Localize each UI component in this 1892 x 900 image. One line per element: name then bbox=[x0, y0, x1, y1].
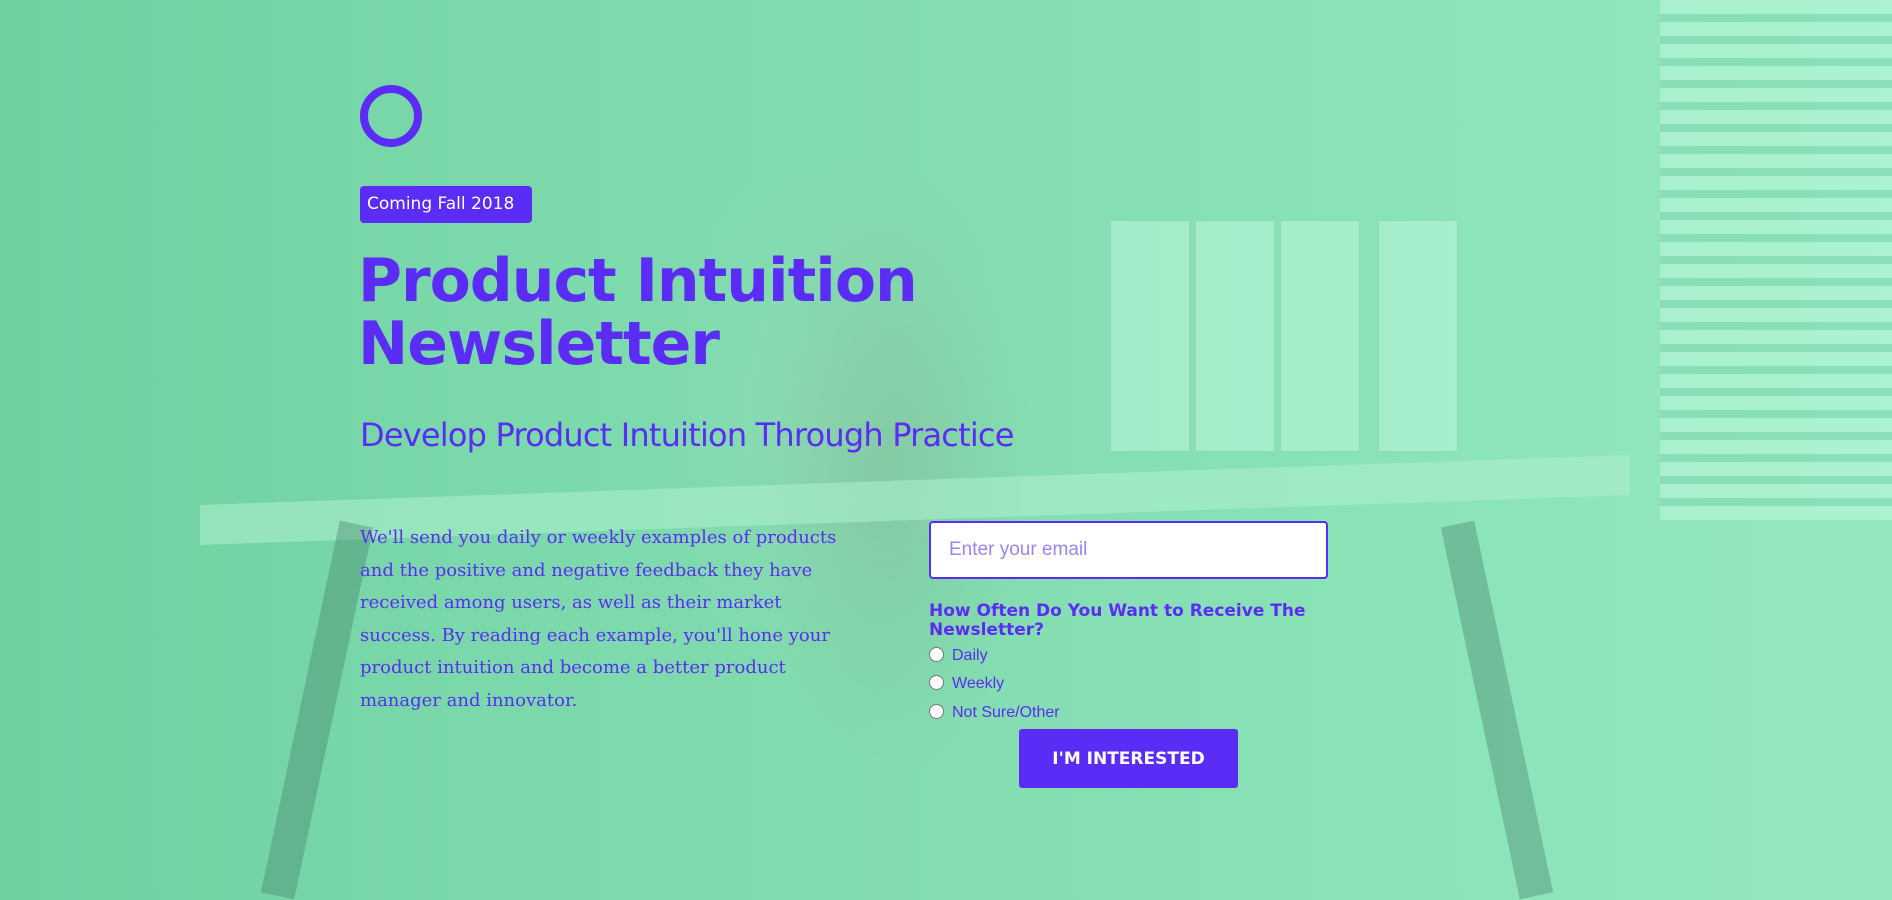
background-binder bbox=[1195, 220, 1275, 452]
not-sure-label: Not Sure/Other bbox=[952, 704, 1060, 721]
im-interested-button[interactable]: I'M INTERESTED bbox=[1019, 729, 1238, 788]
page-title: Product Intuition Newsletter bbox=[358, 246, 918, 379]
frequency-question: How Often Do You Want to Receive The New… bbox=[929, 601, 1306, 640]
background-window-blinds bbox=[1660, 0, 1892, 520]
daily-radio[interactable] bbox=[929, 646, 944, 662]
background-binder bbox=[1110, 220, 1190, 452]
daily-label: Daily bbox=[952, 647, 988, 664]
page-subtitle: Develop Product Intuition Through Practi… bbox=[360, 416, 1014, 454]
weekly-label: Weekly bbox=[952, 675, 1005, 692]
frequency-option-weekly[interactable]: Weekly bbox=[929, 671, 1004, 693]
weekly-radio[interactable] bbox=[929, 674, 944, 690]
not-sure-radio[interactable] bbox=[929, 703, 944, 719]
newsletter-description: We'll send you daily or weekly examples … bbox=[360, 527, 837, 711]
coming-soon-badge: Coming Fall 2018 bbox=[360, 186, 533, 223]
background-binder bbox=[1280, 220, 1360, 452]
email-input[interactable] bbox=[929, 521, 1328, 579]
ring-logo-icon bbox=[360, 85, 422, 147]
frequency-option-not-sure[interactable]: Not Sure/Other bbox=[929, 700, 1060, 722]
background-binder bbox=[1378, 220, 1458, 452]
frequency-option-daily[interactable]: Daily bbox=[929, 643, 988, 665]
